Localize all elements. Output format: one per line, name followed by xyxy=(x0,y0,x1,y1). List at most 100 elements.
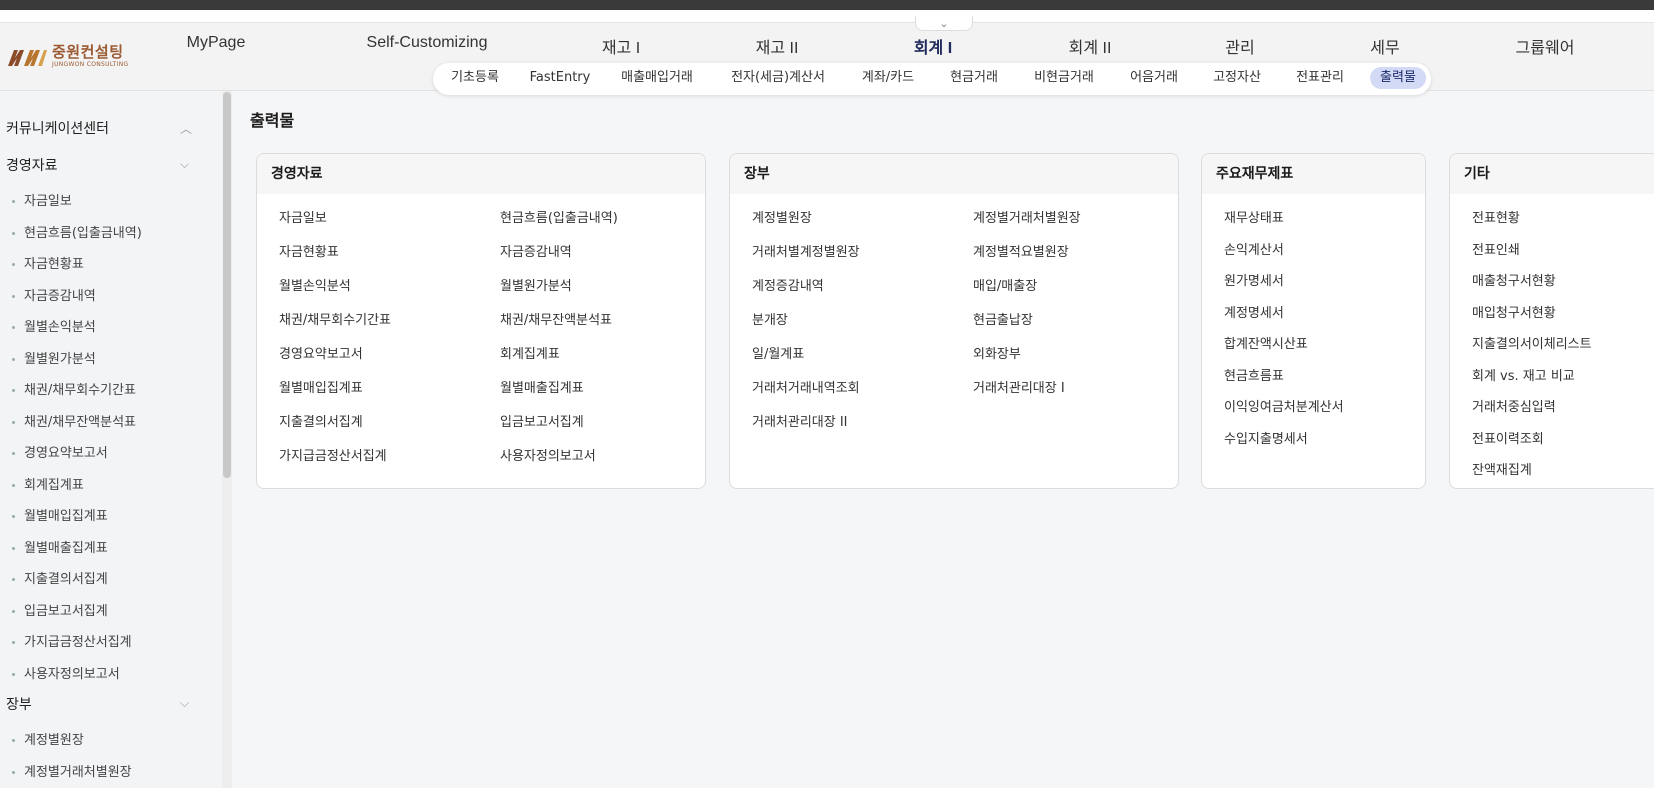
report-link-월별매출집계표[interactable]: 월별매출집계표 xyxy=(500,377,584,396)
report-link-가지급금정산서집계[interactable]: 가지급금정산서집계 xyxy=(279,445,387,464)
sidebar-item-사용자정의보고서[interactable]: 사용자정의보고서 xyxy=(12,663,120,682)
report-link-자금일보[interactable]: 자금일보 xyxy=(279,207,327,226)
top-menu-item-회계-i[interactable]: 회계 I xyxy=(914,34,952,57)
sidebar-item-자금증감내역[interactable]: 자금증감내역 xyxy=(12,285,96,304)
sidebar-item-경영요약보고서[interactable]: 경영요약보고서 xyxy=(12,442,108,461)
report-link-현금흐름-입출금내역[interactable]: 현금흐름(입출금내역) xyxy=(500,207,618,226)
top-menu-item-재고-ii[interactable]: 재고 II xyxy=(756,34,799,57)
report-link-거래처중심입력[interactable]: 거래처중심입력 xyxy=(1472,396,1556,415)
submenu-tab-어음거래[interactable]: 어음거래 xyxy=(1120,67,1188,89)
card-title: 경영자료 xyxy=(257,154,705,194)
top-menu-item-세무[interactable]: 세무 xyxy=(1370,34,1399,57)
report-link-거래처관리대장-i[interactable]: 거래처관리대장 I xyxy=(973,377,1065,396)
sidebar-group-경영자료[interactable]: 경영자료 xyxy=(6,155,58,175)
report-link-계정별원장[interactable]: 계정별원장 xyxy=(752,207,812,226)
report-link-지출결의서집계[interactable]: 지출결의서집계 xyxy=(279,411,363,430)
sidebar-item-회계집계표[interactable]: 회계집계표 xyxy=(12,474,84,493)
report-link-손익계산서[interactable]: 손익계산서 xyxy=(1224,239,1284,258)
top-menu-item-그룹웨어[interactable]: 그룹웨어 xyxy=(1516,34,1575,57)
submenu-tab-현금거래[interactable]: 현금거래 xyxy=(940,67,1008,89)
sidebar: 커뮤니케이션센터 ︿ 경영자료 ⌵ 자금일보현금흐름(입출금내역) 자금현황표자금증감내역… xyxy=(0,91,223,788)
collapse-header-button[interactable]: ⌄ xyxy=(915,16,973,31)
report-link-계정별적요별원장[interactable]: 계정별적요별원장 xyxy=(973,241,1069,260)
submenu-tab-전표관리[interactable]: 전표관리 xyxy=(1286,67,1354,89)
sidebar-item-자금일보[interactable]: 자금일보 xyxy=(12,190,72,209)
chevron-up-icon[interactable]: ︿ xyxy=(180,120,192,136)
submenu-tab-기초등록[interactable]: 기초등록 xyxy=(441,67,509,89)
report-link-채권-채무회수기간표[interactable]: 채권/채무회수기간표 xyxy=(279,309,391,328)
sidebar-group-커뮤니케이션센터[interactable]: 커뮤니케이션센터 xyxy=(6,118,109,138)
logo[interactable]: 중원컨설팅 JUNGWON CONSULTING xyxy=(6,42,134,70)
sidebar-item-월별매입집계표[interactable]: 월별매입집계표 xyxy=(12,505,108,524)
report-link-외화장부[interactable]: 외화장부 xyxy=(973,343,1021,362)
report-link-잔액재집계[interactable]: 잔액재집계 xyxy=(1472,459,1532,478)
report-link-계정증감내역[interactable]: 계정증감내역 xyxy=(752,275,824,294)
submenu-tab-fastentry[interactable]: FastEntry xyxy=(520,67,601,89)
report-link-전표현황[interactable]: 전표현황 xyxy=(1472,207,1520,226)
submenu-tab-비현금거래[interactable]: 비현금거래 xyxy=(1024,67,1104,89)
report-link-재무상태표[interactable]: 재무상태표 xyxy=(1224,207,1284,226)
report-link-자금현황표[interactable]: 자금현황표 xyxy=(279,241,339,260)
sidebar-item-지출결의서집계[interactable]: 지출결의서집계 xyxy=(12,568,108,587)
report-link-거래처별계정별원장[interactable]: 거래처별계정별원장 xyxy=(752,241,860,260)
report-link-입금보고서집계[interactable]: 입금보고서집계 xyxy=(500,411,584,430)
submenu-tab-출력물[interactable]: 출력물 xyxy=(1370,67,1426,89)
report-link-매입청구서현황[interactable]: 매입청구서현황 xyxy=(1472,302,1556,321)
sidebar-item-채권-채무잔액분석표[interactable]: 채권/채무잔액분석표 xyxy=(12,411,136,430)
top-menu-item-회계-ii[interactable]: 회계 II xyxy=(1069,34,1112,57)
scrollbar-thumb[interactable] xyxy=(223,92,231,478)
sidebar-group-장부[interactable]: 장부 xyxy=(6,694,32,714)
report-link-현금흐름표[interactable]: 현금흐름표 xyxy=(1224,365,1284,384)
sidebar-item-label: 지출결의서집계 xyxy=(24,572,108,587)
top-menu-item-재고-i[interactable]: 재고 I xyxy=(602,34,640,57)
report-link-회계집계표[interactable]: 회계집계표 xyxy=(500,343,560,362)
report-link-자금증감내역[interactable]: 자금증감내역 xyxy=(500,241,572,260)
report-link-매출청구서현황[interactable]: 매출청구서현황 xyxy=(1472,270,1556,289)
sidebar-item-월별원가분석[interactable]: 월별원가분석 xyxy=(12,348,96,367)
report-link-사용자정의보고서[interactable]: 사용자정의보고서 xyxy=(500,445,596,464)
report-link-수입지출명세서[interactable]: 수입지출명세서 xyxy=(1224,428,1308,447)
submenu-tab-매출매입거래[interactable]: 매출매입거래 xyxy=(611,67,703,89)
sidebar-item-채권-채무회수기간표[interactable]: 채권/채무회수기간표 xyxy=(12,379,136,398)
report-link-계정명세서[interactable]: 계정명세서 xyxy=(1224,302,1284,321)
sidebar-item-월별손익분석[interactable]: 월별손익분석 xyxy=(12,316,96,335)
sidebar-item-가지급금정산서집계[interactable]: 가지급금정산서집계 xyxy=(12,631,132,650)
submenu-tab-전자-세금-계산서[interactable]: 전자(세금)계산서 xyxy=(721,67,835,89)
top-menu-item-관리[interactable]: 관리 xyxy=(1225,34,1254,57)
sidebar-item-입금보고서집계[interactable]: 입금보고서집계 xyxy=(12,600,108,619)
report-link-일-월계표[interactable]: 일/월계표 xyxy=(752,343,804,362)
report-link-월별원가분석[interactable]: 월별원가분석 xyxy=(500,275,572,294)
bullet-icon xyxy=(12,483,15,487)
top-menu-item-self-customizing[interactable]: Self-Customizing xyxy=(367,34,488,56)
report-link-경영요약보고서[interactable]: 경영요약보고서 xyxy=(279,343,363,362)
sidebar-item-자금현황표[interactable]: 자금현황표 xyxy=(12,253,84,272)
report-link-채권-채무잔액분석표[interactable]: 채권/채무잔액분석표 xyxy=(500,309,612,328)
top-menu-item-mypage[interactable]: MyPage xyxy=(187,34,246,56)
sidebar-item-현금흐름-입출금내역[interactable]: 현금흐름(입출금내역) xyxy=(12,222,142,241)
report-link-현금출납장[interactable]: 현금출납장 xyxy=(973,309,1033,328)
sidebar-item-계정별거래처별원장[interactable]: 계정별거래처별원장 xyxy=(12,761,132,780)
report-link-지출결의서이체리스트[interactable]: 지출결의서이체리스트 xyxy=(1472,333,1592,352)
report-link-계정별거래처별원장[interactable]: 계정별거래처별원장 xyxy=(973,207,1081,226)
report-link-전표이력조회[interactable]: 전표이력조회 xyxy=(1472,428,1544,447)
report-link-이익잉여금처분계산서[interactable]: 이익잉여금처분계산서 xyxy=(1224,396,1344,415)
report-link-분개장[interactable]: 분개장 xyxy=(752,309,788,328)
sidebar-item-계정별원장[interactable]: 계정별원장 xyxy=(12,729,84,748)
report-link-매입-매출장[interactable]: 매입/매출장 xyxy=(973,275,1037,294)
chevron-down-icon[interactable]: ⌵ xyxy=(180,157,192,171)
logo-name-en: JUNGWON CONSULTING xyxy=(52,60,129,68)
sidebar-item-label: 월별매출집계표 xyxy=(24,540,108,556)
report-link-원가명세서[interactable]: 원가명세서 xyxy=(1224,270,1284,289)
sidebar-item-월별매출집계표[interactable]: 월별매출집계표 xyxy=(12,537,108,556)
report-link-회계-vs-재고-비교[interactable]: 회계 vs. 재고 비교 xyxy=(1472,365,1575,384)
report-link-월별손익분석[interactable]: 월별손익분석 xyxy=(279,275,351,294)
report-link-거래처관리대장-ii[interactable]: 거래처관리대장 II xyxy=(752,411,848,430)
submenu-tab-고정자산[interactable]: 고정자산 xyxy=(1203,67,1271,89)
report-link-거래처거래내역조회[interactable]: 거래처거래내역조회 xyxy=(752,377,860,396)
report-link-전표인쇄[interactable]: 전표인쇄 xyxy=(1472,239,1520,258)
report-link-월별매입집계표[interactable]: 월별매입집계표 xyxy=(279,377,363,396)
chevron-down-icon[interactable]: ⌵ xyxy=(180,696,192,710)
report-link-합계잔액시산표[interactable]: 합계잔액시산표 xyxy=(1224,333,1308,352)
submenu-tab-계좌-카드[interactable]: 계좌/카드 xyxy=(852,67,924,89)
sidebar-scrollbar[interactable] xyxy=(222,91,232,788)
